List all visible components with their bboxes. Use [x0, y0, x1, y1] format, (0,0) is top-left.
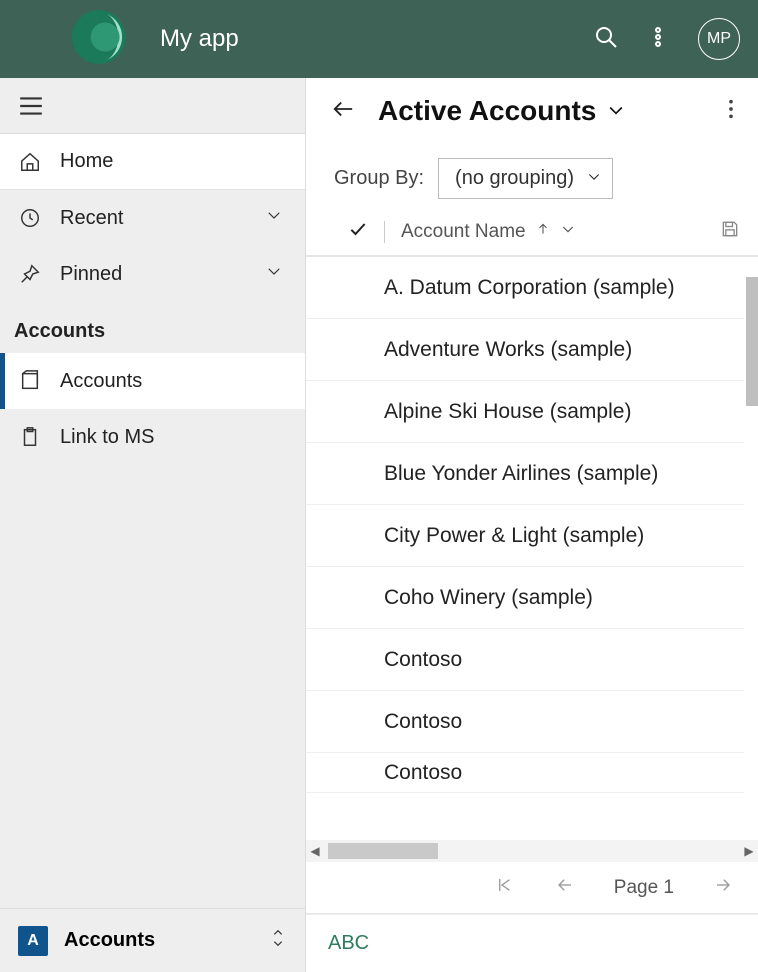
chevron-down-icon — [265, 206, 283, 230]
back-button[interactable] — [330, 98, 356, 125]
group-by-select[interactable]: (no grouping) — [438, 158, 613, 199]
sidebar-item-link-to-ms[interactable]: Link to MS — [0, 409, 305, 465]
hamburger-button[interactable] — [0, 78, 305, 134]
select-all-checkbox[interactable] — [348, 219, 368, 245]
sidebar-item-label: Accounts — [60, 370, 142, 393]
more-vertical-icon[interactable] — [646, 25, 670, 54]
vertical-scrollbar[interactable] — [746, 257, 758, 595]
pin-icon — [18, 263, 42, 285]
sidebar-item-label: Home — [60, 150, 113, 173]
sidebar-item-label: Recent — [60, 207, 123, 230]
main-content: Active Accounts Group By: (no grouping) — [306, 78, 758, 972]
page-indicator: Page 1 — [614, 877, 674, 899]
sidebar-item-label: Pinned — [60, 263, 122, 286]
view-header: Active Accounts — [306, 78, 758, 144]
app-bar: My app MP — [0, 0, 758, 78]
save-icon[interactable] — [720, 219, 740, 245]
jump-bar-text: ABC — [328, 932, 369, 955]
sort-asc-icon[interactable] — [536, 221, 550, 243]
records-list: A. Datum Corporation (sample) Adventure … — [306, 257, 744, 840]
horizontal-scrollbar[interactable]: ◀ ▶ — [306, 840, 758, 862]
group-by-row: Group By: (no grouping) — [306, 144, 758, 213]
avatar[interactable]: MP — [698, 18, 740, 60]
area-tile: A — [18, 926, 48, 956]
scrollbar-thumb[interactable] — [746, 277, 758, 405]
scrollbar-thumb[interactable] — [328, 843, 438, 859]
clock-icon — [18, 207, 42, 229]
group-by-value: (no grouping) — [455, 167, 574, 189]
table-row[interactable]: Alpine Ski House (sample) — [306, 381, 744, 443]
chevron-down-icon — [586, 167, 602, 190]
table-row[interactable]: Contoso — [306, 629, 744, 691]
search-icon[interactable] — [594, 25, 618, 54]
area-label: Accounts — [64, 929, 155, 952]
divider — [384, 221, 385, 243]
chevron-down-icon — [265, 262, 283, 286]
sidebar-section-label: Accounts — [0, 302, 305, 353]
jump-bar[interactable]: ABC — [306, 914, 758, 972]
group-by-label: Group By: — [334, 167, 424, 190]
scroll-right-icon[interactable]: ▶ — [740, 844, 758, 858]
avatar-initials: MP — [707, 30, 731, 48]
app-title: My app — [160, 25, 239, 53]
prev-page-button[interactable] — [554, 876, 576, 900]
sidebar: Home Recent Pinned Accounts A — [0, 78, 306, 972]
app-logo-icon — [70, 6, 132, 68]
home-icon — [18, 151, 42, 173]
table-row[interactable]: Contoso — [306, 753, 744, 793]
table-row[interactable]: Contoso — [306, 691, 744, 753]
sidebar-item-label: Link to MS — [60, 426, 154, 449]
chevron-down-icon — [606, 95, 626, 127]
scroll-left-icon[interactable]: ◀ — [306, 844, 324, 858]
column-header-row: Account Name — [306, 213, 758, 257]
more-vertical-icon[interactable] — [728, 98, 734, 125]
sidebar-item-home[interactable]: Home — [0, 134, 305, 190]
chevron-updown-icon — [269, 927, 287, 955]
area-switcher[interactable]: A Accounts — [0, 908, 305, 972]
next-page-button[interactable] — [712, 876, 734, 900]
column-header-label[interactable]: Account Name — [401, 221, 526, 243]
table-row[interactable]: Blue Yonder Airlines (sample) — [306, 443, 744, 505]
sidebar-item-accounts[interactable]: Accounts — [0, 353, 305, 409]
pager: Page 1 — [306, 862, 758, 914]
chevron-down-icon[interactable] — [560, 221, 576, 243]
entity-icon — [18, 370, 42, 392]
first-page-button[interactable] — [494, 876, 516, 900]
table-row[interactable]: Coho Winery (sample) — [306, 567, 744, 629]
clipboard-icon — [18, 426, 42, 448]
table-row[interactable]: A. Datum Corporation (sample) — [306, 257, 744, 319]
sidebar-item-recent[interactable]: Recent — [0, 190, 305, 246]
view-title-text: Active Accounts — [378, 95, 596, 127]
table-row[interactable]: City Power & Light (sample) — [306, 505, 744, 567]
sidebar-item-pinned[interactable]: Pinned — [0, 246, 305, 302]
table-row[interactable]: Adventure Works (sample) — [306, 319, 744, 381]
view-title-dropdown[interactable]: Active Accounts — [378, 95, 626, 127]
